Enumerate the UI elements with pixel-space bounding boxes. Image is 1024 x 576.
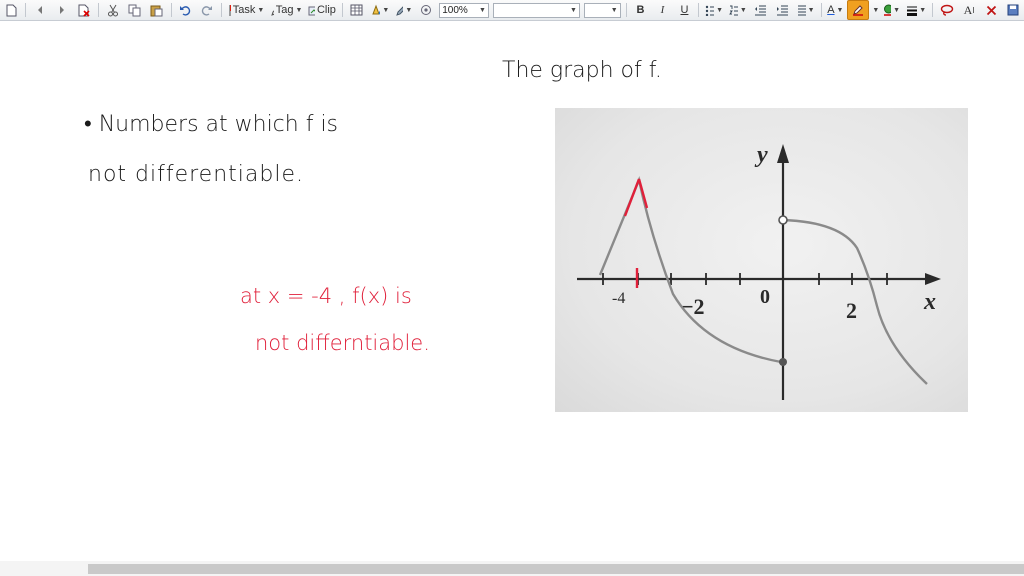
- outdent-icon[interactable]: [751, 1, 771, 19]
- delete-page-icon[interactable]: [74, 1, 94, 19]
- tick-label-neg4: -4: [612, 290, 625, 307]
- tick-label-0: 0: [760, 286, 770, 308]
- graph-caption: The graph of f.: [502, 58, 662, 83]
- chevron-down-icon[interactable]: ▼: [257, 7, 264, 14]
- toolbar-divider: [170, 3, 172, 17]
- cut-icon[interactable]: [103, 1, 123, 19]
- bold-button[interactable]: B: [630, 1, 650, 19]
- link-icon[interactable]: [416, 1, 436, 19]
- table-icon[interactable]: [347, 1, 367, 19]
- chevron-down-icon[interactable]: ▼: [479, 7, 486, 14]
- toolbar-divider: [97, 3, 99, 17]
- chevron-down-icon[interactable]: ▼: [296, 7, 303, 14]
- chevron-down-icon[interactable]: ▼: [919, 7, 926, 14]
- zoom-select[interactable]: 100% ▼: [439, 2, 489, 18]
- toolbar-divider: [698, 3, 700, 17]
- chevron-down-icon[interactable]: ▼: [570, 7, 577, 14]
- line-weight-icon[interactable]: ▼: [904, 1, 928, 19]
- task-button[interactable]: Task ▼: [226, 1, 266, 19]
- flag-icon: [229, 5, 231, 16]
- chevron-down-icon[interactable]: ▼: [405, 7, 412, 14]
- save-icon[interactable]: [1003, 1, 1023, 19]
- open-endpoint: [778, 215, 788, 225]
- tag-button[interactable]: Tag ▼: [268, 1, 304, 19]
- answer-line-1: at x = -4 , f(x) is: [240, 284, 412, 308]
- toolbar-divider: [625, 3, 627, 17]
- toolbar-divider: [820, 3, 822, 17]
- chevron-down-icon[interactable]: ▼: [740, 7, 747, 14]
- toolbar-divider: [25, 3, 26, 17]
- new-page-icon[interactable]: [1, 1, 21, 19]
- question-line-1: • Numbers at which f is: [84, 112, 338, 137]
- clip-icon: [308, 6, 315, 16]
- redo-icon[interactable]: [197, 1, 217, 19]
- back-icon[interactable]: [30, 1, 50, 19]
- toolbar: Task ▼ Tag ▼ Clip ▼ ▼ 100% ▼ ▼ ▼ B I U ▼…: [0, 0, 1024, 21]
- y-axis-label: y: [754, 142, 768, 168]
- text-size-button[interactable]: AI: [959, 1, 979, 19]
- chevron-down-icon[interactable]: ▼: [893, 7, 900, 14]
- pen-icon: [271, 10, 274, 16]
- font-color-button[interactable]: A ▼: [825, 1, 845, 19]
- toolbar-divider: [932, 3, 934, 17]
- toolbar-divider: [341, 3, 343, 17]
- font-size-select[interactable]: ▼: [583, 2, 621, 18]
- tick-label-2: 2: [846, 298, 857, 323]
- chevron-down-icon[interactable]: ▼: [872, 7, 879, 14]
- highlighter-icon: [853, 5, 864, 16]
- y-axis-arrow-icon: [777, 144, 789, 163]
- cusp-annotation: [623, 178, 641, 217]
- paste-icon[interactable]: [147, 1, 167, 19]
- closed-endpoint: [779, 358, 787, 366]
- underline-button[interactable]: U: [674, 1, 694, 19]
- chevron-down-icon[interactable]: ▼: [837, 7, 844, 14]
- color-picker-icon[interactable]: ▼: [880, 1, 902, 19]
- graph-image: -4 −2 0 2 y x: [555, 108, 968, 412]
- chevron-down-icon[interactable]: ▼: [611, 7, 618, 14]
- chevron-down-icon[interactable]: ▼: [382, 7, 389, 14]
- text-size-label: A: [963, 2, 973, 17]
- indent-icon[interactable]: [773, 1, 793, 19]
- answer-line-2: not differntiable.: [255, 331, 430, 355]
- font-color-label: A: [827, 4, 835, 16]
- forward-icon[interactable]: [52, 1, 72, 19]
- italic-button[interactable]: I: [652, 1, 672, 19]
- align-icon[interactable]: ▼: [795, 1, 817, 19]
- x-axis-arrow-icon: [925, 273, 941, 285]
- draw-tools-icon[interactable]: ▼: [369, 1, 392, 19]
- chevron-down-icon[interactable]: ▼: [808, 7, 815, 14]
- toolbar-divider: [221, 3, 223, 17]
- chevron-down-icon[interactable]: ▼: [716, 7, 723, 14]
- copy-icon[interactable]: [125, 1, 145, 19]
- lasso-icon[interactable]: [937, 1, 957, 19]
- scrollbar-thumb[interactable]: [88, 564, 1024, 574]
- numbered-list-icon[interactable]: ▼: [727, 1, 749, 19]
- highlight-button[interactable]: [847, 0, 870, 20]
- zoom-value: 100%: [442, 4, 468, 16]
- clip-button[interactable]: Clip: [306, 1, 337, 19]
- bullet-list-icon[interactable]: ▼: [703, 1, 725, 19]
- font-family-select[interactable]: ▼: [492, 2, 580, 18]
- x-axis-label: x: [923, 289, 936, 315]
- question-line-2: not differentiable.: [88, 162, 304, 187]
- cusp-annotation: [637, 178, 649, 209]
- undo-icon[interactable]: [175, 1, 195, 19]
- task-label: Task: [232, 4, 256, 16]
- delete-icon[interactable]: [981, 1, 1001, 19]
- clip-label: Clip: [316, 4, 336, 16]
- tag-label: Tag: [275, 4, 294, 16]
- pen-style-icon[interactable]: ▼: [393, 1, 414, 19]
- tick-label-neg2: −2: [681, 294, 705, 319]
